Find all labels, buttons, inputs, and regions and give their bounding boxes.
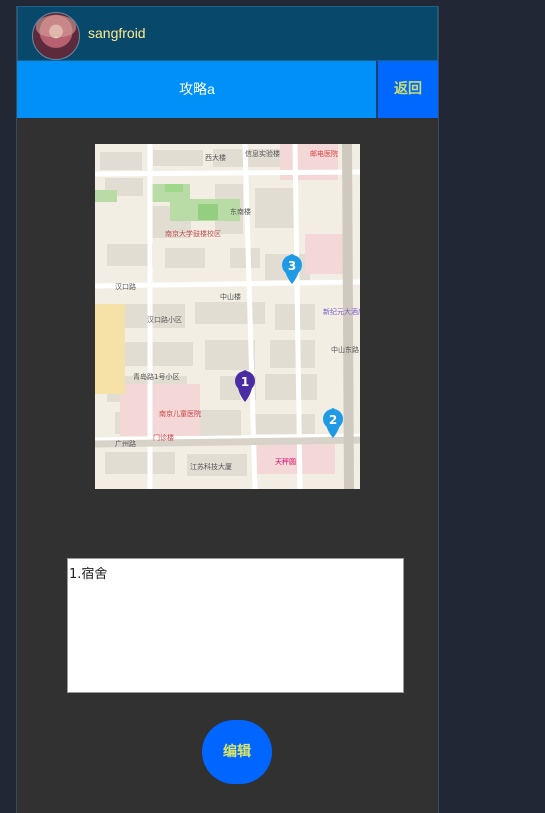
map-label: 新纪元大酒店	[323, 307, 360, 316]
map-label: 广州路	[115, 439, 136, 448]
map-label: 中山东路	[331, 345, 359, 354]
title-bar: 攻略a 返回	[17, 61, 438, 118]
map-label: 汉口路	[115, 282, 136, 291]
map-label: 信息实验楼	[245, 149, 280, 158]
map-label: 东南楼	[230, 207, 251, 216]
map-label: 中山楼	[220, 292, 241, 301]
map-label: 江苏科技大厦	[190, 462, 232, 471]
map-label: 南京大学鼓楼校区	[165, 229, 221, 238]
map-label: 南京儿童医院	[159, 409, 201, 418]
map-label: 邮电医院	[310, 149, 338, 158]
map-canvas: 西大楼 信息实验楼 邮电医院 东南楼 南京大学鼓楼校区 广州路 中山楼 汉口路小…	[95, 144, 360, 489]
map-label: 汉口路小区	[147, 315, 182, 324]
username: sangfroid	[88, 25, 146, 41]
user-header: sangfroid	[17, 6, 438, 61]
avatar[interactable]	[32, 12, 80, 60]
map-label: 青岛路1号小区	[133, 372, 179, 381]
marker-number: 1	[241, 375, 249, 389]
map-label: 门诊楼	[153, 433, 174, 442]
edit-button[interactable]: 编辑	[202, 720, 272, 784]
route-map[interactable]: 西大楼 信息实验楼 邮电医院 东南楼 南京大学鼓楼校区 广州路 中山楼 汉口路小…	[95, 144, 360, 489]
map-label: 天秤圆	[275, 457, 296, 466]
marker-number: 2	[329, 413, 337, 427]
note-textarea[interactable]: 1.宿舍	[67, 558, 404, 693]
back-button[interactable]: 返回	[376, 61, 438, 118]
marker-number: 3	[288, 259, 296, 273]
app-frame: sangfroid 攻略a 返回 西大楼 信息实验楼 邮电医院 东南楼 南京大学…	[16, 6, 439, 813]
page-title: 攻略a	[179, 81, 215, 97]
map-label: 西大楼	[205, 153, 226, 162]
